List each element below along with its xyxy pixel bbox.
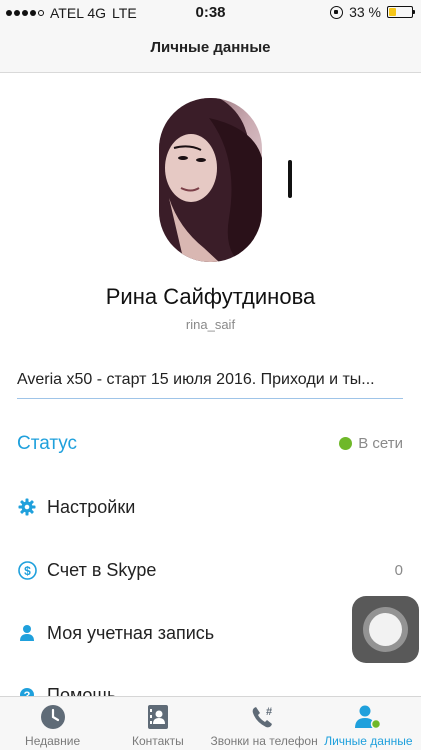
battery-icon (387, 6, 415, 18)
tab-contacts[interactable]: Контакты (105, 697, 210, 750)
menu-label-account: Моя учетная запись (47, 622, 215, 643)
clock-icon (38, 703, 68, 731)
tab-label-phone-calls: Звонки на телефон (210, 734, 318, 748)
gear-icon (17, 497, 37, 517)
status-bar: ATEL 4G LTE 0:38 33 % (0, 0, 421, 26)
mood-message-field[interactable]: Averia x50 - старт 15 июля 2016. Приходи… (17, 371, 403, 399)
menu-item-account[interactable]: Моя учетная запись (17, 618, 403, 648)
profile-icon (353, 703, 383, 731)
battery-level (389, 8, 397, 16)
person-icon (17, 623, 37, 643)
page-title: Личные данные (150, 39, 271, 56)
assistive-touch-button[interactable] (352, 596, 419, 663)
tab-bar: Недавние Контакты # Звонки на телефон Ли… (0, 696, 421, 750)
menu-label-skype-credit: Счет в Skype (47, 559, 157, 580)
online-status-icon (339, 437, 353, 450)
menu-item-settings[interactable]: Настройки (17, 492, 403, 522)
avatar-photo (159, 98, 262, 262)
status-selector[interactable]: В сети (339, 435, 403, 452)
tab-profile[interactable]: Личные данные (316, 697, 421, 750)
tab-recent[interactable]: Недавние (0, 697, 105, 750)
tab-label-recent: Недавние (25, 734, 81, 748)
avatar[interactable] (159, 98, 262, 262)
contacts-icon (143, 703, 173, 731)
skype-credit-count: 0 (394, 561, 403, 579)
tab-phone-calls[interactable]: # Звонки на телефон (210, 697, 318, 750)
status-indicators: 33 % (330, 4, 415, 20)
avatar-border-fragment (288, 160, 292, 198)
phone-dial-icon: # (248, 703, 278, 731)
tab-label-contacts: Контакты (131, 734, 184, 748)
svg-text:#: # (266, 706, 272, 718)
navigation-bar: Личные данные (0, 26, 421, 73)
dollar-icon: $ (17, 560, 37, 580)
menu-item-skype-credit[interactable]: $ Счет в Skype 0 (17, 555, 403, 585)
profile-login: rina_saif (185, 317, 236, 332)
svg-text:$: $ (24, 563, 31, 577)
battery-percent: 33 % (349, 4, 381, 20)
profile-name: Рина Сайфутдинова (105, 284, 316, 309)
status-value: В сети (358, 435, 403, 452)
mood-underline (17, 398, 403, 399)
status-label[interactable]: Статус (17, 433, 77, 455)
tab-label-profile: Личные данные (324, 734, 413, 748)
rotation-lock-icon (330, 5, 344, 19)
menu-label-settings: Настройки (47, 496, 136, 517)
